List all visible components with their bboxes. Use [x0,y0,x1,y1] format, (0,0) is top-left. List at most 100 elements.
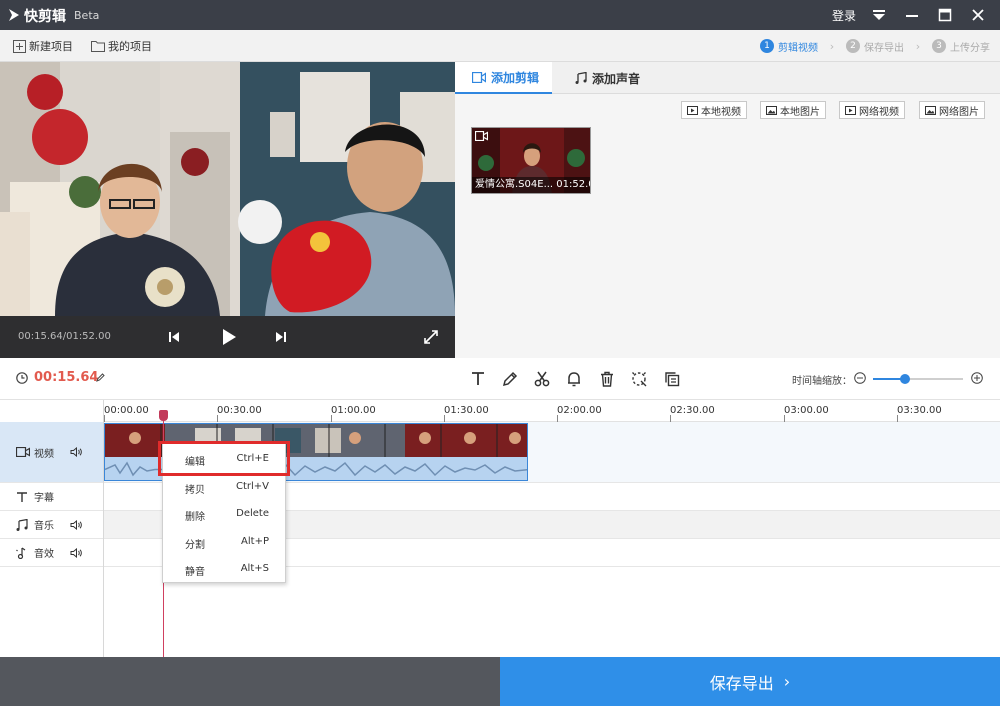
menu-item-split[interactable]: 分割 Alt+P [163,528,285,555]
step-upload-share: 3 上传分享 [932,39,990,54]
edit-time-icon[interactable] [96,373,105,382]
ruler-tick-label: 02:00.00 [557,405,602,416]
zoom-in-icon[interactable] [971,372,983,384]
ruler-tick [557,415,558,422]
bottom-bar: 保存导出 › [0,657,1000,706]
previous-frame-icon[interactable] [168,331,180,343]
zoom-slider-handle[interactable] [899,374,910,384]
image-file-icon [766,105,777,115]
volume-icon[interactable] [70,519,82,530]
bell-icon[interactable] [565,370,583,388]
menu-icon[interactable] [871,7,887,23]
ruler-tick [104,415,105,422]
video-camera-icon [472,71,486,83]
login-button[interactable]: 登录 [832,7,856,24]
ruler-tick [670,415,671,422]
title-bar: 快剪辑 Beta 登录 [0,0,1000,30]
ruler-tick-label: 00:30.00 [217,405,262,416]
step-save-export: 2 保存导出 [846,39,904,54]
image-file-icon [925,105,936,115]
video-camera-icon [16,447,30,457]
music-note-icon [575,72,587,84]
media-clip-thumbnail[interactable]: 爱情公寓.S04E... 01:52.00 [471,127,591,194]
chevron-right-icon: › [829,39,835,53]
video-file-icon [687,105,698,115]
media-tabs: 添加剪辑 添加声音 [455,62,1000,94]
current-time: 00:15.64 [34,370,99,385]
clip-duration: 01:52.00 [556,179,590,190]
ruler-tick [784,415,785,422]
zoom-label: 时间轴缩放： [792,376,852,387]
new-project-button[interactable]: 新建项目 [13,38,73,54]
media-panel: 添加剪辑 添加声音 本地视频 本地图片 网络视频 网络图片 爱情公寓.S04E.… [455,62,1000,358]
volume-icon[interactable] [70,547,82,558]
my-projects-button[interactable]: 我的项目 [91,38,152,54]
volume-icon[interactable] [70,447,82,457]
zoom-out-icon[interactable] [854,372,866,384]
video-file-icon [845,105,856,115]
next-frame-icon[interactable] [275,331,287,343]
timeline-ruler[interactable]: 00:00.00 00:30.00 01:00.00 01:30.00 02:0… [104,400,1000,422]
local-image-button[interactable]: 本地图片 [760,101,826,119]
pencil-tool-icon[interactable] [501,370,519,388]
new-project-icon [13,39,26,53]
clip-name: 爱情公寓.S04E... [475,179,554,190]
track-label-music[interactable]: 音乐 [0,511,103,539]
save-export-button[interactable]: 保存导出 › [500,657,1000,706]
chevron-right-icon: › [915,39,921,53]
zoom-slider[interactable] [873,374,963,384]
playhead-handle[interactable] [159,410,168,421]
video-frame [0,62,455,316]
maximize-icon[interactable] [937,7,953,23]
menu-item-copy[interactable]: 拷贝 Ctrl+V [163,473,285,500]
copy-icon[interactable] [663,370,681,388]
edit-toolbar: 00:15.64 时间轴缩放： [0,358,1000,400]
music-note-icon [16,518,28,531]
app-beta-badge: Beta [74,9,100,22]
new-project-label: 新建项目 [29,40,73,53]
track-labels: 视频 字幕 音乐 音效 [0,400,104,657]
network-video-button[interactable]: 网络视频 [839,101,905,119]
ruler-tick [217,415,218,422]
video-preview[interactable]: 00:15.64/01:52.00 [0,62,455,358]
text-tool-icon[interactable] [469,370,487,388]
menu-item-delete[interactable]: 删除 Delete [163,500,285,527]
minimize-icon[interactable] [904,7,920,23]
clip-caption: 爱情公寓.S04E... 01:52.00 [472,177,590,193]
close-icon[interactable] [970,7,986,23]
video-camera-icon [475,131,488,141]
crop-magic-icon[interactable] [630,370,648,388]
step-edit-video: 1 剪辑视频 [760,39,818,54]
ruler-tick-label: 01:00.00 [331,405,376,416]
folder-icon [91,41,105,52]
trash-icon[interactable] [598,370,616,388]
track-label-subtitle[interactable]: 字幕 [0,483,103,511]
sound-effect-icon [16,547,26,559]
highlight-box [158,441,290,476]
ruler-tick [444,415,445,422]
main-toolbar: 新建项目 我的项目 1 剪辑视频 › 2 保存导出 › 3 上传分享 [0,30,1000,62]
local-video-button[interactable]: 本地视频 [681,101,747,119]
track-label-video[interactable]: 视频 [0,422,103,483]
app-logo-icon [9,9,19,21]
tab-add-clip[interactable]: 添加剪辑 [455,62,552,94]
ruler-tick-label: 02:30.00 [670,405,715,416]
network-image-button[interactable]: 网络图片 [919,101,985,119]
player-controls: 00:15.64/01:52.00 [0,316,455,358]
app-name: 快剪辑 [24,9,66,25]
ruler-tick-label: 00:00.00 [104,405,149,416]
ruler-tick-label: 03:30.00 [897,405,942,416]
play-icon[interactable] [221,328,237,346]
ruler-tick [897,415,898,422]
clock-icon [16,372,28,384]
ruler-tick-label: 03:00.00 [784,405,829,416]
text-icon [17,491,27,502]
scissors-icon[interactable] [533,370,551,388]
tab-add-audio[interactable]: 添加声音 [575,62,640,94]
menu-item-mute[interactable]: 静音 Alt+S [163,555,285,582]
chevron-right-icon: › [783,672,791,691]
track-label-sound-effect[interactable]: 音效 [0,539,103,567]
my-projects-label: 我的项目 [108,40,152,53]
ruler-tick-label: 01:30.00 [444,405,489,416]
fullscreen-icon[interactable] [424,330,438,344]
